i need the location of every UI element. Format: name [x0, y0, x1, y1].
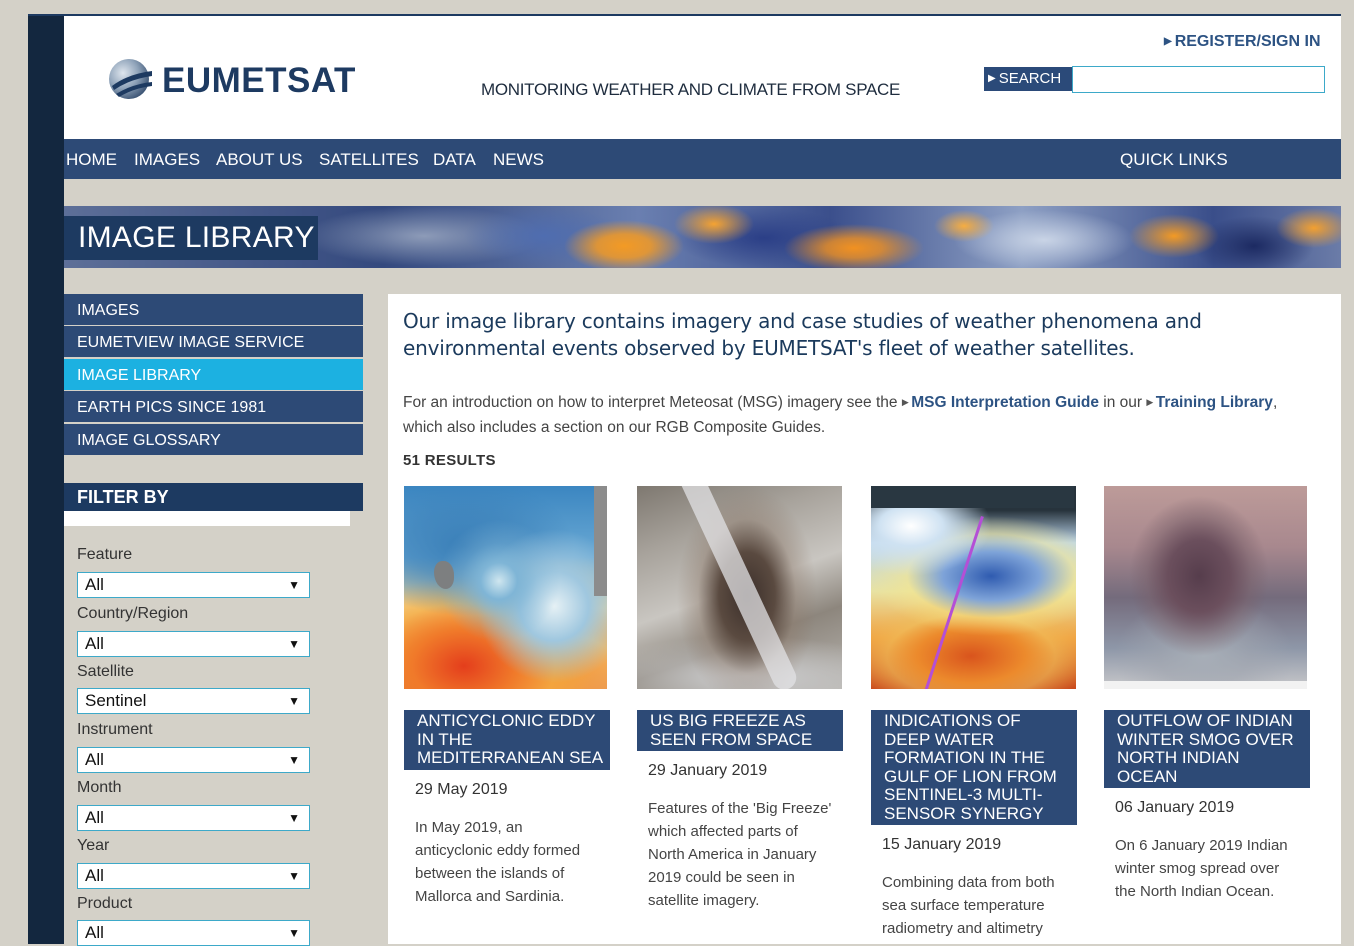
- country-select-value: All: [85, 634, 104, 653]
- globe-logo-icon: [109, 59, 152, 99]
- msg-interpretation-guide-link[interactable]: MSG Interpretation Guide: [911, 394, 1099, 411]
- nav-quick-links[interactable]: QUICK LINKS: [1120, 150, 1228, 170]
- card-date: 29 May 2019: [415, 780, 508, 798]
- card-thumbnail[interactable]: [637, 486, 842, 689]
- card-thumbnail[interactable]: [871, 486, 1076, 689]
- year-select[interactable]: All ▼: [77, 863, 310, 889]
- filter-label-feature: Feature: [77, 546, 133, 563]
- feature-select-value: All: [85, 575, 104, 594]
- search-label: SEARCH: [998, 70, 1062, 87]
- card-summary: In May 2019, an anticyclonic eddy formed…: [415, 818, 581, 905]
- triangle-right-icon: ▶: [1164, 36, 1172, 47]
- register-label: REGISTER/SIGN IN: [1174, 33, 1321, 50]
- card-summary: Combining data from both sea surface tem…: [882, 874, 1055, 937]
- year-select-value: All: [85, 866, 104, 885]
- register-sign-in-link[interactable]: ▶ REGISTER/SIGN IN: [1164, 33, 1321, 51]
- site-tagline: MONITORING WEATHER AND CLIMATE FROM SPAC…: [481, 80, 901, 99]
- thumbnail-island: [434, 561, 454, 589]
- page-banner: IMAGE LIBRARY: [64, 206, 1341, 268]
- nav-images[interactable]: IMAGES: [134, 150, 200, 170]
- result-card: INDICATIONS OF DEEP WATER FORMATION IN T…: [871, 486, 1077, 940]
- page-left-band: [28, 15, 64, 944]
- triangle-right-icon: ▶: [901, 397, 912, 407]
- filter-panel-top: [64, 511, 350, 526]
- sidebar-item-images[interactable]: IMAGES: [64, 294, 363, 325]
- product-select[interactable]: All ▼: [77, 920, 310, 946]
- satellite-select-value: Sentinel: [85, 691, 147, 710]
- dropdown-arrow-icon: ▼: [288, 811, 300, 825]
- card-title-link[interactable]: US BIG FREEZE AS SEEN FROM SPACE: [637, 710, 843, 751]
- dropdown-arrow-icon: ▼: [288, 926, 300, 940]
- eumetsat-logo[interactable]: EUMETSAT: [108, 56, 355, 106]
- filter-label-year: Year: [77, 837, 110, 854]
- intro-description: For an introduction on how to interpret …: [403, 391, 1303, 439]
- result-card: ANTICYCLONIC EDDY IN THE MEDITERRANEAN S…: [404, 486, 610, 908]
- desc-text-middle: in our: [1098, 394, 1147, 411]
- card-title-link[interactable]: INDICATIONS OF DEEP WATER FORMATION IN T…: [871, 710, 1077, 825]
- satellite-select[interactable]: Sentinel ▼: [77, 688, 310, 714]
- country-select[interactable]: All ▼: [77, 631, 310, 657]
- main-nav: HOME IMAGES ABOUT US SATELLITES DATA NEW…: [64, 139, 1341, 179]
- intro-heading: Our image library contains imagery and c…: [403, 309, 1202, 360]
- month-select-value: All: [85, 808, 104, 827]
- nav-home[interactable]: HOME: [66, 150, 117, 170]
- result-card: US BIG FREEZE AS SEEN FROM SPACE 29 Janu…: [637, 486, 843, 912]
- card-date: 15 January 2019: [882, 836, 1002, 853]
- sidebar-item-image-glossary[interactable]: IMAGE GLOSSARY: [64, 423, 363, 455]
- card-thumbnail[interactable]: [404, 486, 607, 689]
- filter-label-product: Product: [77, 895, 133, 912]
- nav-data[interactable]: DATA: [433, 150, 476, 170]
- dropdown-arrow-icon: ▼: [288, 637, 300, 651]
- filter-header: FILTER BY: [64, 483, 363, 511]
- result-card: OUTFLOW OF INDIAN WINTER SMOG OVER NORTH…: [1104, 486, 1310, 903]
- results-count: 51 RESULTS: [403, 452, 496, 469]
- thumbnail-track-line: [919, 516, 984, 689]
- card-date: 29 January 2019: [648, 762, 768, 779]
- thumbnail-land: [594, 486, 607, 596]
- sidebar-menu: IMAGES EUMETVIEW IMAGE SERVICE IMAGE LIB…: [64, 294, 363, 456]
- card-summary: Features of the 'Big Freeze' which affec…: [648, 800, 832, 909]
- instrument-select-value: All: [85, 750, 104, 769]
- filter-label-satellite: Satellite: [77, 663, 134, 680]
- sidebar-item-earth-pics[interactable]: EARTH PICS SINCE 1981: [64, 391, 363, 423]
- dropdown-arrow-icon: ▼: [288, 753, 300, 767]
- nav-about-us[interactable]: ABOUT US: [216, 150, 303, 170]
- card-summary: On 6 January 2019 Indian winter smog spr…: [1115, 837, 1288, 900]
- search-button[interactable]: ▶ SEARCH: [984, 67, 1072, 91]
- triangle-right-icon: ▶: [1146, 397, 1156, 407]
- desc-text-before: For an introduction on how to interpret …: [403, 394, 902, 411]
- month-select[interactable]: All ▼: [77, 805, 310, 831]
- filter-label-month: Month: [77, 779, 122, 796]
- card-date: 06 January 2019: [1115, 799, 1235, 816]
- sidebar-item-eumetview[interactable]: EUMETVIEW IMAGE SERVICE: [64, 326, 363, 358]
- thumbnail-dark-strip: [871, 486, 1074, 508]
- dropdown-arrow-icon: ▼: [288, 869, 300, 883]
- dropdown-arrow-icon: ▼: [288, 694, 300, 708]
- nav-news[interactable]: NEWS: [493, 150, 544, 170]
- nav-satellites[interactable]: SATELLITES: [319, 150, 419, 170]
- site-header: EUMETSAT MONITORING WEATHER AND CLIMATE …: [64, 16, 1341, 139]
- filter-label-instrument: Instrument: [77, 721, 153, 738]
- training-library-link[interactable]: Training Library: [1156, 394, 1273, 411]
- filter-panel: Feature All ▼ Country/Region All ▼ Satelli…: [64, 511, 350, 946]
- thumbnail-snow-band: [677, 486, 801, 689]
- product-select-value: All: [85, 923, 104, 942]
- dropdown-arrow-icon: ▼: [288, 578, 300, 592]
- sidebar-item-image-library[interactable]: IMAGE LIBRARY: [64, 358, 363, 390]
- thumbnail-caption-strip: [1104, 681, 1307, 689]
- feature-select[interactable]: All ▼: [77, 572, 310, 598]
- logo-wordmark: EUMETSAT: [162, 61, 356, 100]
- search-input[interactable]: [1072, 66, 1325, 93]
- instrument-select[interactable]: All ▼: [77, 747, 310, 773]
- main-content: Our image library contains imagery and c…: [388, 294, 1341, 944]
- triangle-right-icon: ▶: [988, 73, 996, 84]
- card-title-link[interactable]: OUTFLOW OF INDIAN WINTER SMOG OVER NORTH…: [1104, 710, 1310, 788]
- card-thumbnail[interactable]: [1104, 486, 1307, 689]
- card-title-link[interactable]: ANTICYCLONIC EDDY IN THE MEDITERRANEAN S…: [404, 710, 610, 770]
- page-title: IMAGE LIBRARY: [64, 216, 318, 260]
- filter-label-country: Country/Region: [77, 605, 189, 622]
